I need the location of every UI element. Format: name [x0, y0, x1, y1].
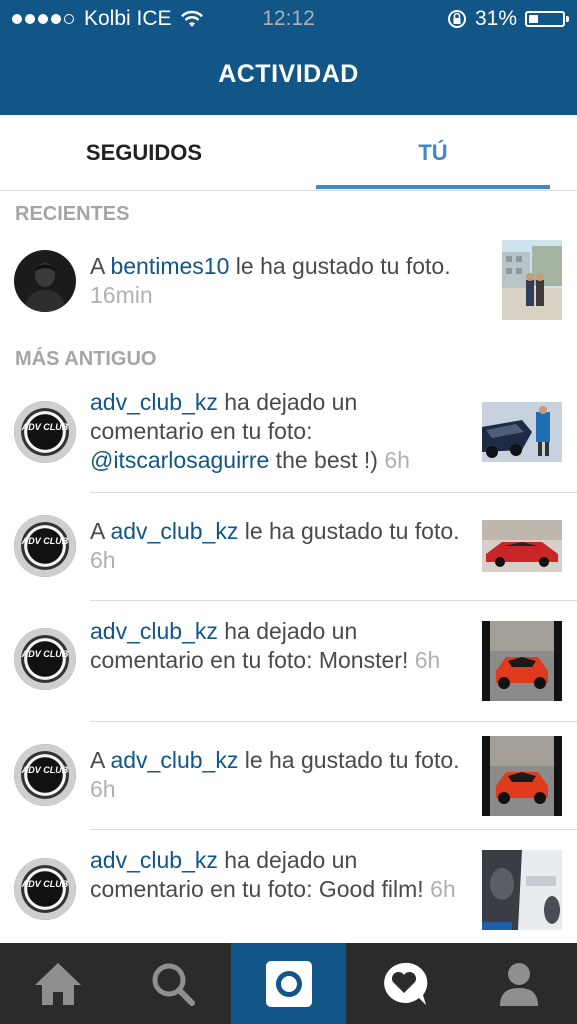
bottom-navigation [0, 943, 577, 1024]
status-bar: Kolbi ICE 12:12 31% [0, 0, 577, 38]
nav-activity-button[interactable] [346, 943, 461, 1024]
timestamp: 6h [430, 876, 456, 902]
username-link[interactable]: adv_club_kz [90, 847, 218, 873]
activity-text: adv_club_kz ha dejado un comentario en t… [90, 618, 441, 673]
activity-text: A adv_club_kz le ha gustado tu foto. 6h [90, 747, 460, 802]
photo-thumbnail[interactable] [482, 402, 562, 462]
username-link[interactable]: bentimes10 [110, 253, 229, 279]
avatar[interactable] [14, 250, 76, 312]
activity-text: adv_club_kz ha dejado un comentario en t… [90, 847, 456, 902]
battery-percent: 31% [474, 7, 517, 30]
page-title: ACTIVIDAD [218, 60, 359, 88]
activity-item[interactable]: ADV CLUB adv_club_kz ha dejado un coment… [0, 830, 577, 943]
activity-item[interactable]: ADV CLUB A adv_club_kz le ha gustado tu … [0, 722, 577, 829]
avatar[interactable]: ADV CLUB [14, 744, 76, 806]
timestamp: 16min [90, 282, 153, 308]
search-icon [152, 963, 195, 1006]
photo-thumbnail[interactable] [482, 520, 562, 572]
avatar[interactable]: ADV CLUB [14, 858, 76, 920]
battery-icon [525, 11, 569, 27]
timestamp: 6h [384, 447, 410, 473]
activity-text: A bentimes10 le ha gustado tu foto. 16mi… [90, 253, 451, 308]
photo-thumbnail[interactable] [482, 736, 562, 816]
orientation-lock-icon [447, 10, 466, 28]
timestamp: 6h [90, 776, 116, 802]
photo-thumbnail[interactable] [482, 850, 562, 930]
active-tab-indicator [316, 185, 550, 189]
activity-item[interactable]: ADV CLUB adv_club_kz ha dejado un coment… [0, 601, 577, 721]
nav-search-button[interactable] [115, 943, 230, 1024]
activity-heart-icon [383, 962, 427, 1005]
timestamp: 6h [414, 647, 441, 673]
app-header: Kolbi ICE 12:12 31% ACTIVIDAD [0, 0, 577, 115]
avatar[interactable]: ADV CLUB [14, 515, 76, 577]
photo-thumbnail[interactable] [482, 621, 562, 701]
username-link[interactable]: adv_club_kz [90, 389, 218, 415]
activity-item[interactable]: A bentimes10 le ha gustado tu foto. 16mi… [0, 236, 577, 336]
activity-text: A adv_club_kz le ha gustado tu foto. 6h [90, 518, 460, 573]
activity-item[interactable]: ADV CLUB adv_club_kz ha dejado un coment… [0, 382, 577, 492]
timestamp: 6h [90, 547, 116, 573]
section-header-recent: RECIENTES [15, 203, 130, 225]
username-link[interactable]: adv_club_kz [110, 747, 238, 773]
tab-you[interactable]: TÚ [316, 115, 550, 190]
home-icon [34, 962, 81, 1005]
profile-icon [499, 962, 538, 1006]
username-link[interactable]: adv_club_kz [90, 618, 218, 644]
activity-text: adv_club_kz ha dejado un comentario en t… [90, 389, 410, 473]
nav-camera-button[interactable] [231, 943, 346, 1024]
mention-link[interactable]: @itscarlosaguirre [90, 447, 269, 473]
activity-item[interactable]: ADV CLUB A adv_club_kz le ha gustado tu … [0, 493, 577, 600]
camera-icon [265, 960, 312, 1007]
avatar[interactable]: ADV CLUB [14, 628, 76, 690]
nav-profile-button[interactable] [461, 943, 576, 1024]
tab-bar: SEGUIDOS TÚ [0, 115, 577, 191]
photo-thumbnail[interactable] [492, 240, 572, 320]
tab-following[interactable]: SEGUIDOS [0, 115, 288, 190]
avatar[interactable]: ADV CLUB [14, 401, 76, 463]
section-header-older: MÁS ANTIGUO [15, 348, 157, 370]
username-link[interactable]: adv_club_kz [110, 518, 238, 544]
nav-home-button[interactable] [0, 943, 115, 1024]
